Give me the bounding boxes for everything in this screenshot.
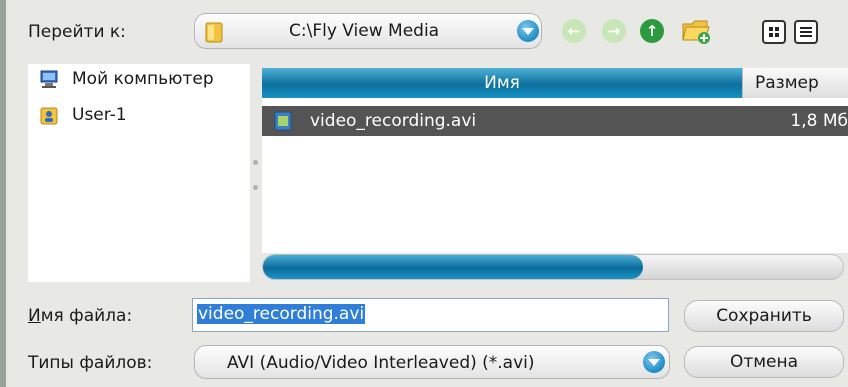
column-header-name[interactable]: Имя xyxy=(262,68,742,98)
table-row[interactable]: video_recording.avi 1,8 Мб xyxy=(262,106,848,136)
tree-item-user-1[interactable]: User-1 xyxy=(38,104,127,126)
goto-label: Перейти к: xyxy=(28,22,126,42)
filename-label: Имя файла: xyxy=(28,306,133,326)
new-folder-icon[interactable] xyxy=(680,14,712,46)
column-header-size[interactable]: Размер xyxy=(742,68,848,98)
video-file-icon xyxy=(274,111,292,131)
tree-item-label: User-1 xyxy=(72,105,127,125)
filename-value: video_recording.avi xyxy=(197,304,366,324)
forward-icon[interactable]: → xyxy=(602,19,626,43)
window-left-border xyxy=(0,0,6,387)
folder-tree-panel: Мой компьютер User-1 xyxy=(28,64,250,282)
cancel-button[interactable]: Отмена xyxy=(684,346,844,378)
chevron-down-icon[interactable] xyxy=(517,20,539,42)
path-value: C:\Fly View Media xyxy=(289,21,440,41)
list-view-icon[interactable] xyxy=(794,20,818,44)
file-size: 1,8 Мб xyxy=(790,111,848,131)
filename-input[interactable]: video_recording.avi xyxy=(192,298,669,332)
scrollbar-thumb[interactable] xyxy=(263,255,643,279)
save-button[interactable]: Сохранить xyxy=(684,300,844,332)
user-folder-icon xyxy=(40,107,58,125)
file-name: video_recording.avi xyxy=(310,111,477,131)
splitter-handle[interactable] xyxy=(253,160,258,194)
back-icon[interactable]: ← xyxy=(562,19,586,43)
tree-item-label: Мой компьютер xyxy=(72,69,214,89)
horizontal-scrollbar[interactable] xyxy=(262,254,844,280)
path-combobox[interactable]: C:\Fly View Media xyxy=(194,13,542,49)
filetype-label: Типы файлов: xyxy=(28,353,153,373)
up-icon[interactable]: ↑ xyxy=(640,19,664,43)
icon-view-icon[interactable] xyxy=(762,20,786,44)
computer-icon xyxy=(40,70,58,88)
folder-icon xyxy=(205,22,223,43)
filetype-value: AVI (Audio/Video Interleaved) (*.avi) xyxy=(227,353,535,373)
tree-item-my-computer[interactable]: Мой компьютер xyxy=(38,68,214,90)
chevron-down-icon[interactable] xyxy=(643,351,665,373)
filetype-combobox[interactable]: AVI (Audio/Video Interleaved) (*.avi) xyxy=(194,345,670,379)
